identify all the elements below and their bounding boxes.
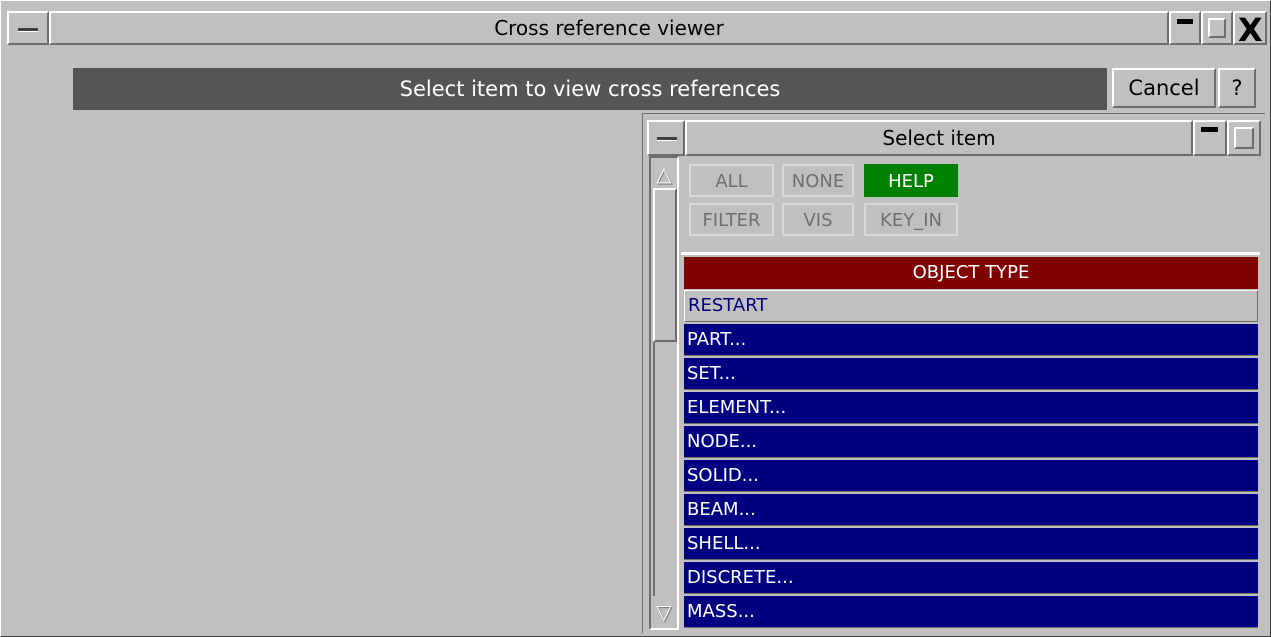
- list-item-mass[interactable]: MASS...: [684, 596, 1258, 628]
- scroll-up-icon[interactable]: △: [653, 160, 675, 188]
- cross-reference-viewer-window: Cross reference viewer X Select item to …: [0, 0, 1271, 637]
- minimize-icon: [1177, 19, 1193, 24]
- close-icon: X: [1238, 11, 1263, 49]
- window-menu-button[interactable]: [7, 11, 49, 45]
- list-item-part[interactable]: PART...: [684, 324, 1258, 356]
- all-button[interactable]: ALL: [689, 164, 774, 197]
- window-titlebar: Cross reference viewer X: [7, 11, 1267, 49]
- list-item-restart[interactable]: RESTART: [684, 290, 1258, 322]
- help-button[interactable]: HELP: [864, 164, 958, 197]
- list-item-element[interactable]: ELEMENT...: [684, 392, 1258, 424]
- list-item-discrete[interactable]: DISCRETE...: [684, 562, 1258, 594]
- dialog-menu-button[interactable]: [647, 120, 685, 156]
- window-title[interactable]: Cross reference viewer: [49, 11, 1169, 45]
- vis-button[interactable]: VIS: [782, 203, 854, 236]
- scroll-thumb[interactable]: [653, 188, 677, 342]
- dialog-maximize-button[interactable]: [1227, 120, 1261, 156]
- dialog-title[interactable]: Select item: [685, 120, 1193, 156]
- maximize-button[interactable]: [1201, 11, 1233, 45]
- filter-button[interactable]: FILTER: [689, 203, 774, 236]
- window-menu-icon: [18, 28, 38, 32]
- select-item-titlebar: Select item: [647, 120, 1261, 156]
- scroll-track[interactable]: [653, 342, 677, 596]
- list-item-beam[interactable]: BEAM...: [684, 494, 1258, 526]
- cancel-button[interactable]: Cancel: [1112, 68, 1216, 108]
- list-item-node[interactable]: NODE...: [684, 426, 1258, 458]
- divider: [681, 252, 1260, 255]
- select-item-content: ALL NONE HELP FILTER VIS KEY_IN OBJECT T…: [681, 156, 1260, 632]
- selection-button-grid: ALL NONE HELP FILTER VIS KEY_IN: [681, 156, 1260, 252]
- close-button[interactable]: X: [1233, 11, 1267, 49]
- prompt-message: Select item to view cross references: [73, 68, 1107, 110]
- none-button[interactable]: NONE: [782, 164, 854, 197]
- maximize-icon: [1234, 127, 1254, 149]
- scroll-down-icon[interactable]: ▽: [653, 598, 675, 626]
- object-type-header: OBJECT TYPE: [684, 257, 1258, 289]
- list-item-set[interactable]: SET...: [684, 358, 1258, 390]
- dialog-minimize-button[interactable]: [1193, 120, 1227, 156]
- object-type-list: RESTART PART... SET... ELEMENT... NODE..…: [684, 290, 1258, 632]
- minimize-icon: [1201, 127, 1218, 132]
- select-item-dialog: Select item △ ▽ ALL NONE HELP FILTER VIS…: [642, 113, 1265, 633]
- help-question-button[interactable]: ?: [1218, 68, 1256, 108]
- list-item-shell[interactable]: SHELL...: [684, 528, 1258, 560]
- key-in-button[interactable]: KEY_IN: [864, 203, 958, 236]
- vertical-scrollbar[interactable]: △ ▽: [649, 156, 679, 630]
- list-item-solid[interactable]: SOLID...: [684, 460, 1258, 492]
- minimize-button[interactable]: [1169, 11, 1201, 45]
- window-menu-icon: [657, 137, 677, 141]
- maximize-icon: [1208, 18, 1226, 38]
